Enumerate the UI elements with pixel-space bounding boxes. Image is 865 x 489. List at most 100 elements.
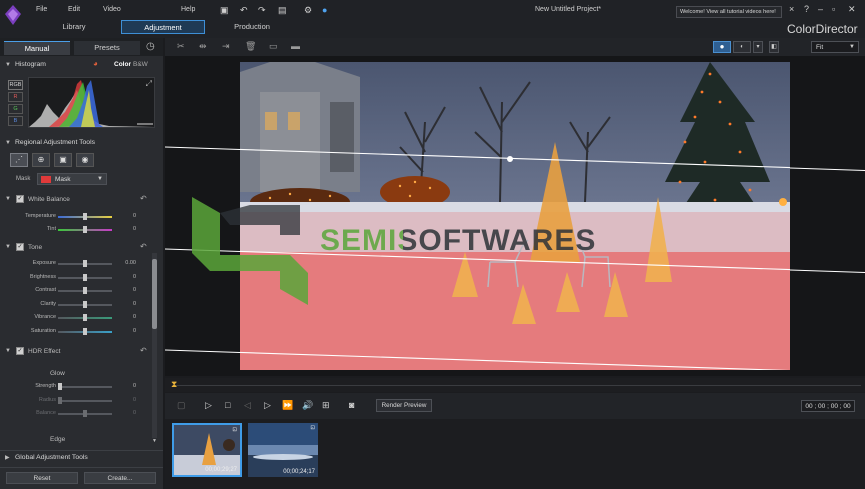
tab-presets[interactable]: Presets bbox=[74, 41, 140, 55]
slider-value[interactable]: 0.00 bbox=[114, 260, 136, 266]
histogram-bw-toggle[interactable]: B&W bbox=[133, 61, 148, 68]
collapse-arrow-icon[interactable]: ▼ bbox=[5, 348, 11, 354]
menu-video[interactable]: Video bbox=[103, 6, 121, 13]
slider-value[interactable]: 0 bbox=[114, 410, 136, 416]
view-options-icon[interactable]: ◧ bbox=[769, 41, 779, 53]
slider-value[interactable]: 0 bbox=[114, 314, 136, 320]
slider-value[interactable]: 0 bbox=[114, 226, 136, 232]
adjustment-slider[interactable] bbox=[58, 260, 112, 267]
slider-handle[interactable] bbox=[83, 213, 87, 220]
channel-g[interactable]: G bbox=[8, 104, 23, 114]
color-mode-icon[interactable]: ◕ bbox=[93, 59, 98, 68]
tab-library[interactable]: Library bbox=[52, 20, 96, 34]
slider-handle[interactable] bbox=[58, 383, 62, 390]
cut-icon[interactable]: ✂ bbox=[177, 41, 185, 52]
update-icon[interactable]: ● bbox=[322, 5, 327, 15]
render-preview-button[interactable]: Render Preview bbox=[376, 399, 432, 412]
adjustment-slider[interactable] bbox=[58, 314, 112, 322]
panel-scrollbar[interactable] bbox=[152, 253, 157, 438]
white-balance-checkbox[interactable]: ✓ bbox=[16, 195, 24, 203]
compare-view-button[interactable]: ◐ bbox=[733, 41, 751, 53]
slider-handle[interactable] bbox=[83, 273, 87, 281]
slider-value[interactable]: 0 bbox=[114, 287, 136, 293]
slider-value[interactable]: 0 bbox=[114, 328, 136, 334]
slider-handle[interactable] bbox=[83, 410, 87, 417]
snapshot-icon[interactable]: ▭ bbox=[269, 41, 278, 52]
object-tool[interactable]: ◉ bbox=[76, 153, 94, 167]
slider-handle[interactable] bbox=[83, 314, 87, 322]
scrollbar-thumb[interactable] bbox=[152, 259, 157, 329]
redo-icon[interactable]: ↷ bbox=[258, 5, 266, 16]
slider-value[interactable]: 0 bbox=[114, 213, 136, 219]
mask-dropdown[interactable]: Mask ▼ bbox=[37, 173, 107, 185]
previous-frame-icon[interactable]: ◁ bbox=[244, 400, 251, 411]
histogram-color-toggle[interactable]: Color bbox=[114, 61, 131, 68]
reset-white-balance-icon[interactable]: ↶ bbox=[140, 194, 147, 203]
playhead-icon[interactable]: ⧗ bbox=[171, 379, 177, 390]
reset-button[interactable]: Reset bbox=[6, 472, 78, 484]
undo-icon[interactable]: ↶ bbox=[240, 5, 248, 16]
slider-handle[interactable] bbox=[83, 226, 87, 233]
menu-file[interactable]: File bbox=[36, 6, 47, 13]
fast-forward-icon[interactable]: ⏩ bbox=[282, 400, 293, 411]
slider-handle[interactable] bbox=[83, 328, 87, 335]
tab-manual[interactable]: Manual bbox=[4, 41, 70, 55]
channel-rgb[interactable]: RGB bbox=[8, 80, 23, 90]
slider-value[interactable]: 0 bbox=[114, 301, 136, 307]
regional-tools-header[interactable]: ▼ Regional Adjustment Tools bbox=[0, 137, 160, 149]
slider-handle[interactable] bbox=[58, 396, 62, 404]
help-icon[interactable]: ? bbox=[804, 4, 809, 14]
reset-hdr-icon[interactable]: ↶ bbox=[140, 346, 147, 355]
menu-edit[interactable]: Edit bbox=[68, 6, 80, 13]
single-view-button[interactable]: ● bbox=[713, 41, 731, 53]
channel-b[interactable]: B bbox=[8, 116, 23, 126]
save-icon[interactable]: ▣ bbox=[220, 5, 229, 16]
brush-tool[interactable]: ▣ bbox=[54, 153, 72, 167]
tab-production[interactable]: Production bbox=[226, 20, 278, 34]
play-icon[interactable]: ▷ bbox=[205, 400, 212, 411]
adjustment-slider[interactable] bbox=[58, 383, 112, 390]
chevron-down-icon[interactable]: ▾ bbox=[753, 41, 763, 53]
trim-icon[interactable]: ⇥ bbox=[222, 41, 230, 52]
slider-value[interactable]: 0 bbox=[114, 274, 136, 280]
global-tools-header[interactable]: ▶ Global Adjustment Tools bbox=[0, 452, 160, 464]
clip-thumbnail-1[interactable]: ⊡ 00;00;29;27 bbox=[172, 423, 242, 477]
zoom-select[interactable]: Fit ▼ bbox=[811, 41, 859, 53]
clip-thumbnail-2[interactable]: ⊡ 00;00;24;17 bbox=[248, 423, 318, 477]
settings-icon[interactable]: ⚙ bbox=[304, 5, 312, 16]
split-icon[interactable]: ⇹ bbox=[199, 41, 207, 52]
camera-icon[interactable]: ◙ bbox=[349, 400, 354, 410]
adjustment-slider[interactable] bbox=[58, 287, 112, 295]
slider-value[interactable]: 0 bbox=[114, 397, 136, 403]
timeline-scrubber[interactable]: ⧗ bbox=[165, 378, 865, 392]
slider-value[interactable]: 0 bbox=[114, 383, 136, 389]
collapse-arrow-icon[interactable]: ▼ bbox=[5, 196, 11, 202]
hdr-effect-checkbox[interactable]: ✓ bbox=[16, 347, 24, 355]
next-frame-icon[interactable]: ▷ bbox=[264, 400, 271, 411]
minimize-icon[interactable]: – bbox=[818, 4, 823, 14]
create-button[interactable]: Create... bbox=[84, 472, 156, 484]
close-window-icon[interactable]: ✕ bbox=[848, 4, 856, 15]
adjustment-slider[interactable] bbox=[58, 328, 112, 335]
adjustment-slider[interactable] bbox=[58, 273, 112, 281]
adjustment-slider[interactable] bbox=[58, 226, 112, 233]
stop-icon[interactable]: □ bbox=[225, 400, 230, 410]
slider-handle[interactable] bbox=[83, 287, 87, 295]
tutorial-banner[interactable]: Welcome! View all tutorial videos here! bbox=[676, 6, 782, 18]
adjustment-slider[interactable] bbox=[58, 300, 112, 308]
history-icon[interactable]: ◷ bbox=[146, 41, 155, 52]
channel-r[interactable]: R bbox=[8, 92, 23, 102]
monitor-icon[interactable]: ▬ bbox=[291, 41, 300, 51]
close-banner-icon[interactable]: × bbox=[789, 4, 794, 14]
expand-icon[interactable]: ⤢ bbox=[146, 79, 152, 89]
slider-handle[interactable] bbox=[83, 300, 87, 308]
tone-checkbox[interactable]: ✓ bbox=[16, 243, 24, 251]
adjustment-slider[interactable] bbox=[58, 410, 112, 417]
maximize-icon[interactable]: ▫ bbox=[832, 4, 835, 14]
slider-handle[interactable] bbox=[83, 260, 87, 267]
volume-icon[interactable]: 🔊 bbox=[302, 400, 313, 411]
adjustment-slider[interactable] bbox=[58, 213, 112, 220]
grid-icon[interactable]: ⊞ bbox=[322, 400, 330, 411]
tab-adjustment[interactable]: Adjustment bbox=[121, 20, 205, 34]
scroll-down-icon[interactable]: ▼ bbox=[152, 438, 157, 444]
